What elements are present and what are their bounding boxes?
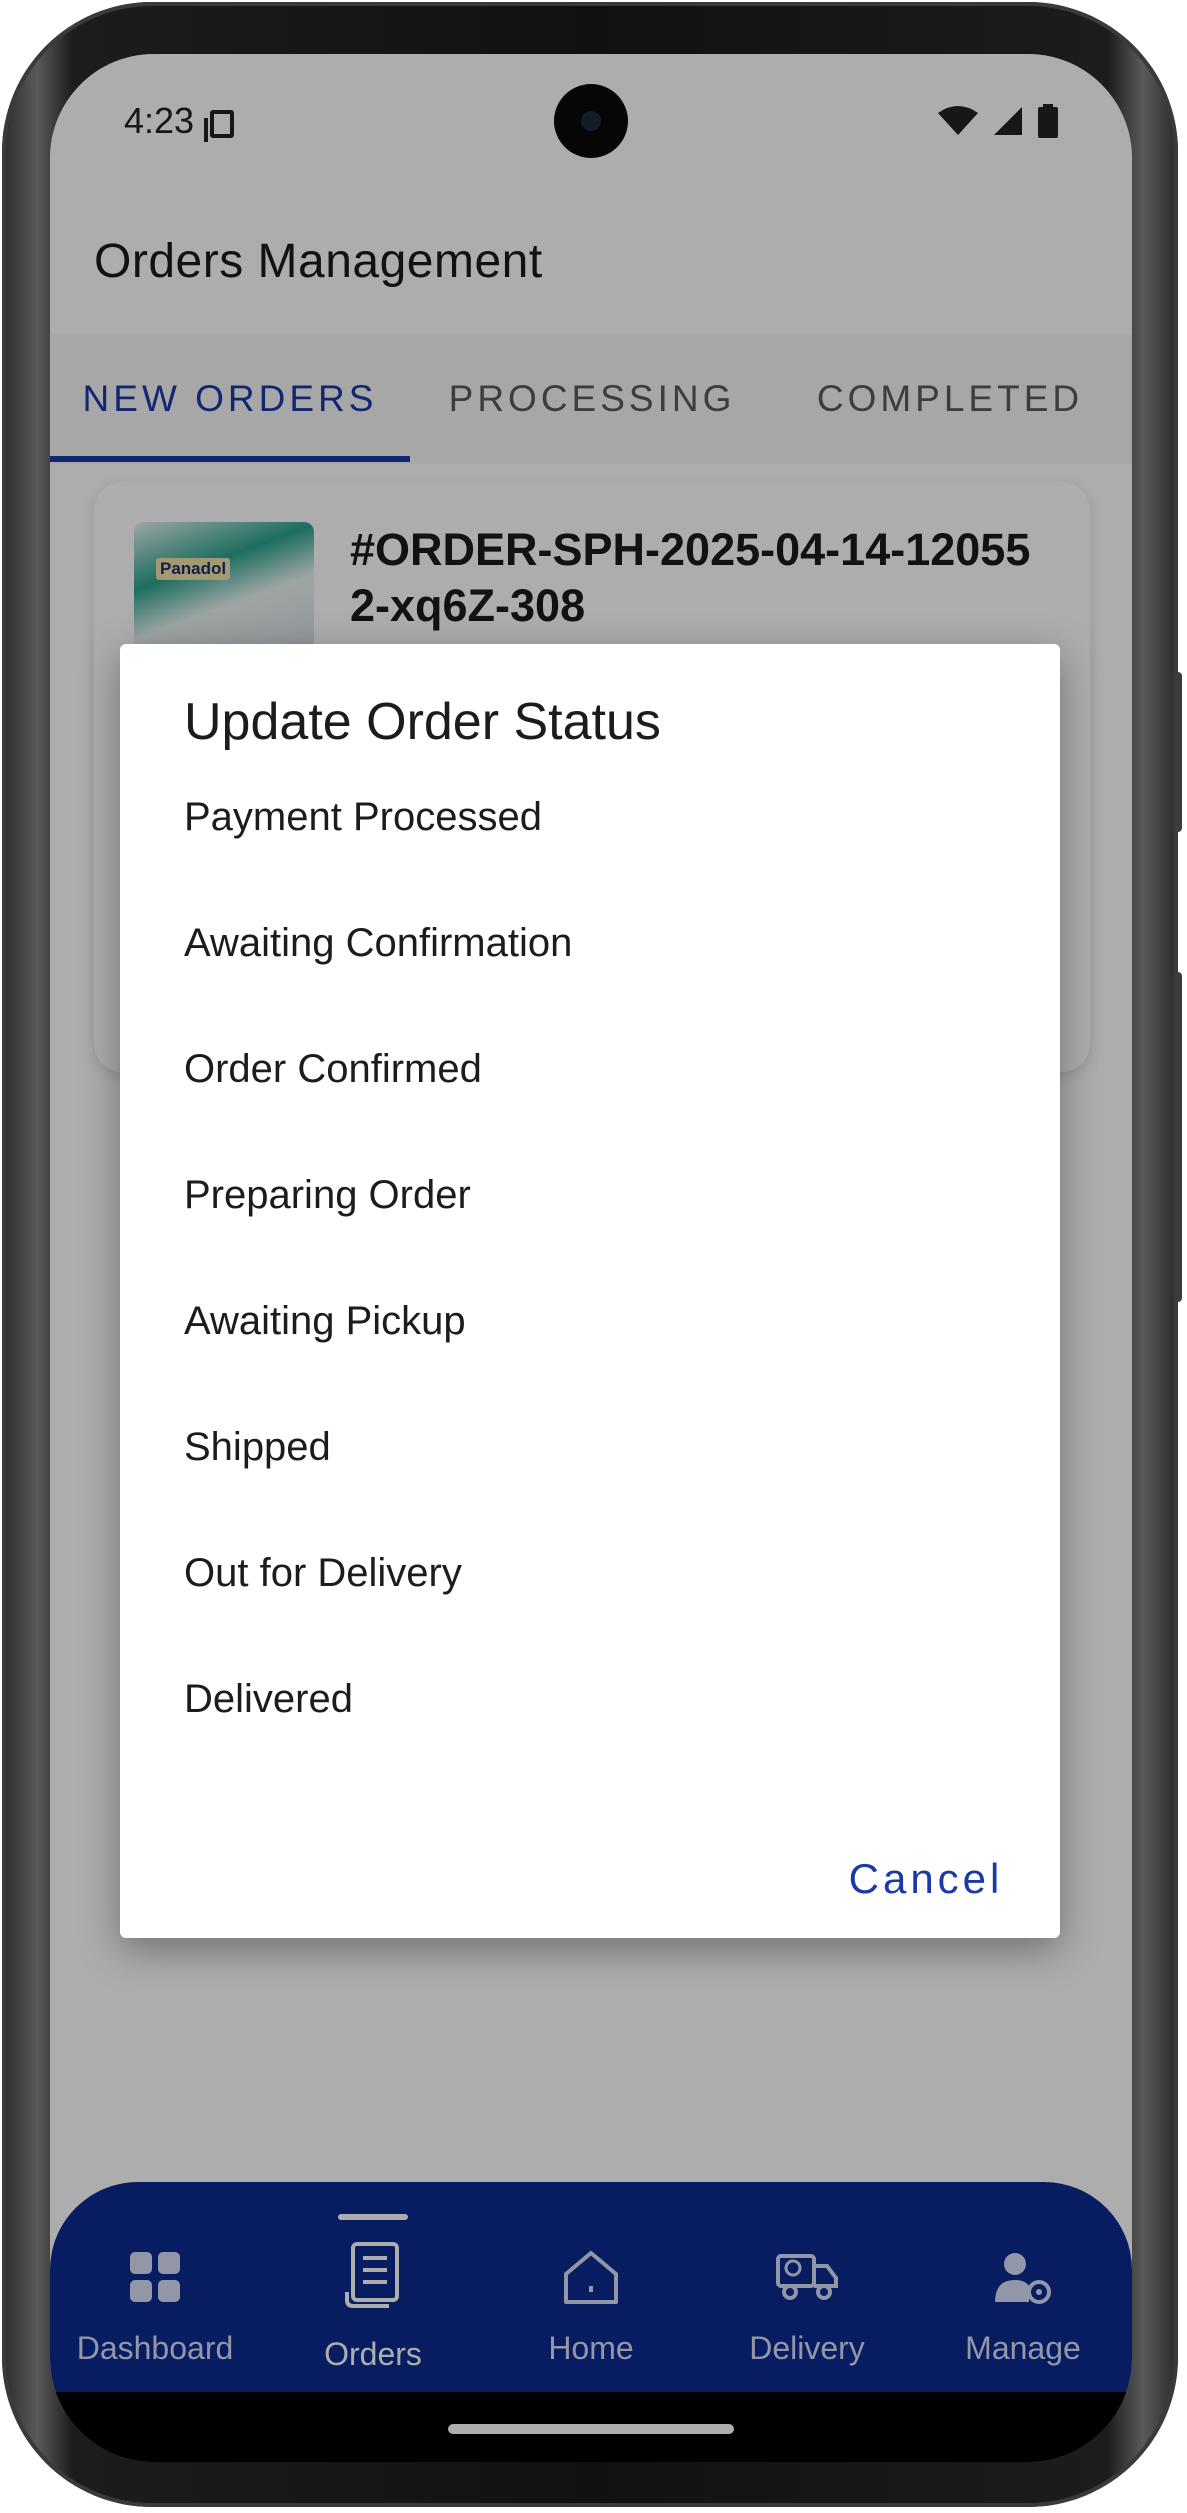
status-option-preparing-order[interactable]: Preparing Order — [184, 1150, 984, 1240]
status-option-payment-processed[interactable]: Payment Processed — [184, 772, 984, 862]
status-option-awaiting-confirmation[interactable]: Awaiting Confirmation — [184, 898, 984, 988]
status-option-delivered[interactable]: Delivered — [184, 1654, 984, 1744]
device-frame: 4:23 Orders Management NEW ORDERS PROCES… — [2, 2, 1182, 2507]
screen: 4:23 Orders Management NEW ORDERS PROCES… — [50, 54, 1132, 2462]
volume-button — [1174, 972, 1182, 1302]
dialog-title: Update Order Status — [184, 693, 661, 751]
status-option-shipped[interactable]: Shipped — [184, 1402, 984, 1492]
status-option-out-for-delivery[interactable]: Out for Delivery — [184, 1528, 984, 1618]
status-option-order-confirmed[interactable]: Order Confirmed — [184, 1024, 984, 1114]
status-option-awaiting-pickup[interactable]: Awaiting Pickup — [184, 1276, 984, 1366]
update-status-dialog: Update Order Status Payment Processed Aw… — [120, 644, 1060, 1938]
power-button — [1174, 672, 1182, 832]
cancel-button[interactable]: Cancel — [836, 1834, 1016, 1924]
